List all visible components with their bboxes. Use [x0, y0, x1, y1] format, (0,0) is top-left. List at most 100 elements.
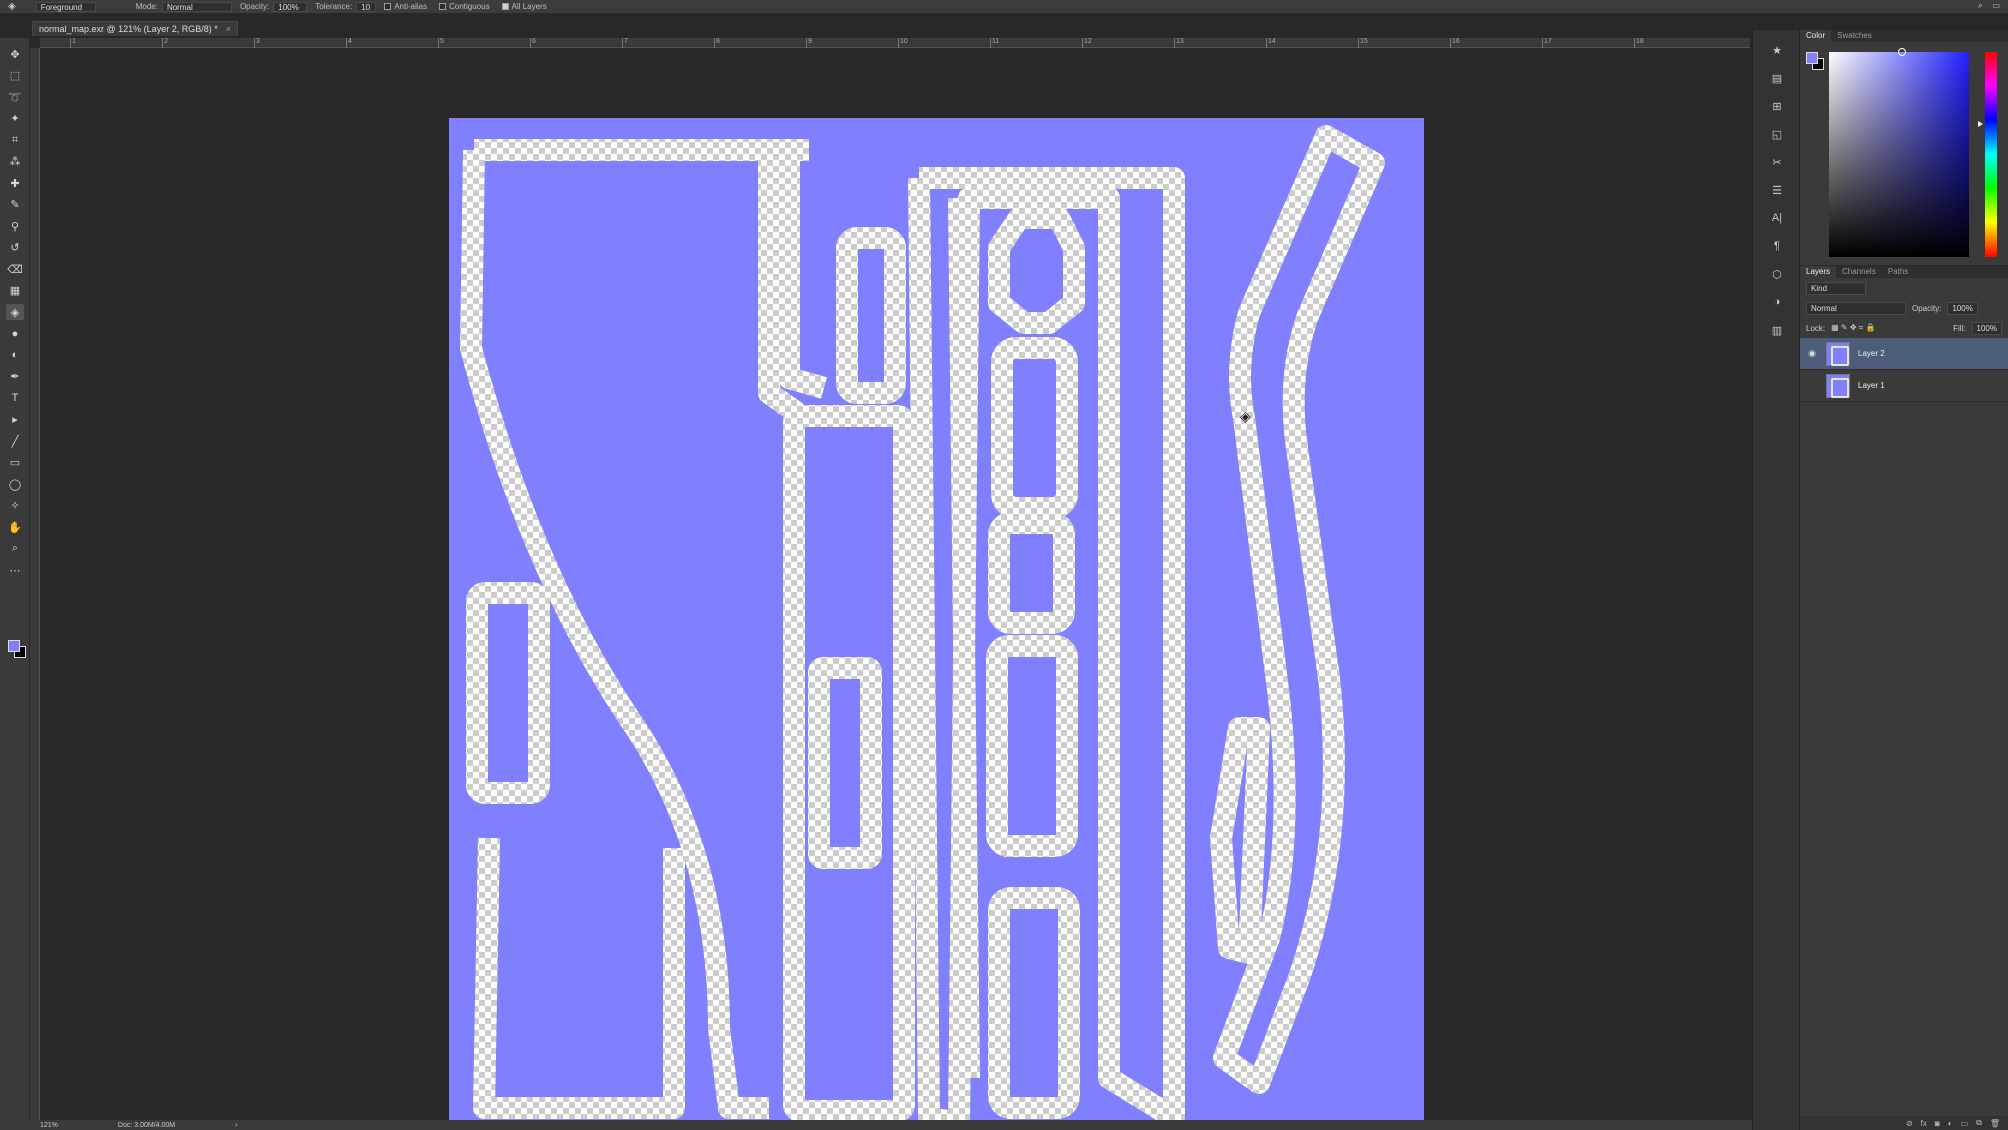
- lock-icons[interactable]: ▦ ✎ ✥ ⌗ 🔒: [1831, 323, 1875, 333]
- hand-tool-icon[interactable]: ✋: [6, 519, 24, 535]
- crop-tool-icon[interactable]: ⌗: [6, 132, 24, 148]
- paint-bucket-tool-icon[interactable]: ◈: [6, 304, 24, 320]
- dock-panel-icon[interactable]: ☰: [1768, 182, 1786, 198]
- tab-paths[interactable]: Paths: [1882, 266, 1914, 278]
- tolerance-field[interactable]: 10: [356, 1, 377, 12]
- contiguous-label: Contiguous: [449, 2, 490, 11]
- ruler-tick: [162, 38, 163, 48]
- workspace-icon[interactable]: ▭: [1992, 1, 2000, 11]
- tab-swatches[interactable]: Swatches: [1831, 30, 1878, 42]
- ruler-tick: [1450, 38, 1451, 48]
- tab-color[interactable]: Color: [1800, 30, 1832, 42]
- move-tool-icon[interactable]: ✥: [6, 46, 24, 62]
- gradient-tool-icon[interactable]: ▦: [6, 283, 24, 299]
- document-tab-title: normal_map.exr @ 121% (Layer 2, RGB/8) *: [39, 23, 218, 34]
- layer-row-layer-1[interactable]: Layer 1: [1800, 370, 2008, 402]
- layers-footer-icon[interactable]: fx: [1921, 1119, 1927, 1128]
- color-field[interactable]: [1829, 52, 1969, 257]
- dock-panel-icon[interactable]: ¶: [1768, 238, 1786, 254]
- layers-footer-icon[interactable]: ⊘: [1906, 1119, 1913, 1128]
- dock-panel-icon[interactable]: ◑: [1768, 294, 1786, 310]
- layer-name[interactable]: Layer 1: [1858, 381, 1885, 390]
- canvas-area[interactable]: ◈: [40, 48, 1750, 1130]
- healing-tool-icon[interactable]: ✚: [6, 175, 24, 191]
- color-picker-ring[interactable]: [1898, 48, 1906, 56]
- options-bar: ◈ Foreground Mode: Normal Opacity: 100% …: [0, 0, 2008, 14]
- close-tab-icon[interactable]: ×: [226, 22, 231, 37]
- eraser-tool-icon[interactable]: ⌫: [6, 261, 24, 277]
- ellipse-tool-icon[interactable]: ◯: [6, 476, 24, 492]
- type-tool-icon[interactable]: T: [6, 390, 24, 406]
- layer-opacity-field[interactable]: 100%: [1947, 301, 1978, 315]
- brush-tool-icon[interactable]: ✎: [6, 197, 24, 213]
- layer-name[interactable]: Layer 2: [1858, 349, 1885, 358]
- dock-panel-icon[interactable]: ◱: [1768, 126, 1786, 142]
- ruler-tick: [346, 38, 347, 48]
- layers-footer-icon[interactable]: ◐: [1948, 1119, 1953, 1128]
- dock-panel-icon[interactable]: ★: [1768, 42, 1786, 58]
- dock-panel-icon[interactable]: ✂: [1768, 154, 1786, 170]
- status-arrow-icon[interactable]: ›: [235, 1122, 237, 1129]
- more-tools-icon[interactable]: ⋯: [6, 562, 24, 578]
- dodge-tool-icon[interactable]: ◐: [6, 347, 24, 363]
- line-tool-icon[interactable]: ╱: [6, 433, 24, 449]
- lasso-tool-icon[interactable]: ➰: [6, 89, 24, 105]
- blend-mode-select[interactable]: Normal: [1806, 301, 1906, 315]
- tool-preset-picker[interactable]: ◈: [8, 1, 16, 12]
- magic-wand-tool-icon[interactable]: ✦: [6, 111, 24, 127]
- visibility-eye-icon[interactable]: ◉: [1806, 348, 1818, 359]
- hue-marker[interactable]: [1978, 121, 1983, 127]
- layer-row-layer-2[interactable]: ◉ Layer 2: [1800, 338, 2008, 370]
- layers-footer-icon[interactable]: ◙: [1935, 1119, 1940, 1128]
- ruler-tick: [254, 38, 255, 48]
- ruler-tick: [990, 38, 991, 48]
- uv-island-cell-2: [988, 512, 1075, 634]
- ruler-label: 16: [1452, 38, 1460, 45]
- dock-panel-icon[interactable]: ▥: [1768, 322, 1786, 338]
- document-canvas[interactable]: [449, 118, 1424, 1130]
- layers-footer-icon[interactable]: 🗑: [1990, 1119, 2000, 1128]
- custom-shape-tool-icon[interactable]: ✧: [6, 498, 24, 514]
- ruler-tick: [1634, 38, 1635, 48]
- marquee-tool-icon[interactable]: ⬚: [6, 68, 24, 84]
- history-brush-tool-icon[interactable]: ↺: [6, 240, 24, 256]
- tab-layers[interactable]: Layers: [1800, 266, 1837, 278]
- layer-thumbnail: [1826, 341, 1850, 366]
- ruler-tick: [530, 38, 531, 48]
- anti-alias-checkbox[interactable]: [384, 3, 392, 10]
- blur-tool-icon[interactable]: ●: [6, 326, 24, 342]
- pen-tool-icon[interactable]: ✒: [6, 369, 24, 385]
- fill-field[interactable]: 100%: [1971, 321, 2002, 335]
- color-panel-foreground[interactable]: [1806, 52, 1818, 64]
- dock-panel-icon[interactable]: ▤: [1768, 70, 1786, 86]
- layers-footer: ⊘ fx ◙ ◐ ▭ ⧉ 🗑: [1800, 1116, 2008, 1130]
- hue-slider[interactable]: [1985, 52, 1997, 257]
- path-selection-tool-icon[interactable]: ▸: [6, 412, 24, 428]
- fill-source-select[interactable]: Foreground: [35, 1, 96, 12]
- dock-panel-icon[interactable]: ⬡: [1768, 266, 1786, 282]
- document-tab[interactable]: normal_map.exr @ 121% (Layer 2, RGB/8) *…: [32, 21, 238, 36]
- layers-footer-icon[interactable]: ⧉: [1976, 1118, 1982, 1128]
- zoom-level[interactable]: 121%: [40, 1122, 58, 1129]
- search-icon[interactable]: ⌕: [1978, 1, 1982, 11]
- zoom-tool-icon[interactable]: ⌕: [6, 541, 24, 557]
- lock-label: Lock:: [1806, 323, 1826, 333]
- stamp-tool-icon[interactable]: ⚲: [6, 218, 24, 234]
- layer-filter-select[interactable]: Kind: [1806, 281, 1866, 295]
- uv-island-bottom-left: [473, 837, 685, 1119]
- all-layers-checkbox[interactable]: [501, 3, 509, 10]
- eyedropper-tool-icon[interactable]: ⁂: [6, 154, 24, 170]
- tab-channels[interactable]: Channels: [1836, 266, 1882, 278]
- uv-island-small-slant: [1210, 717, 1270, 964]
- layers-footer-icon[interactable]: ▭: [1961, 1119, 1969, 1128]
- dock-panel-icon[interactable]: ⊞: [1768, 98, 1786, 114]
- ruler-label: 11: [992, 38, 1000, 45]
- foreground-color-swatch[interactable]: [8, 640, 20, 652]
- dock-panel-icon[interactable]: A|: [1768, 210, 1786, 226]
- ruler-tick: [1266, 38, 1267, 48]
- rectangle-tool-icon[interactable]: ▭: [6, 455, 24, 471]
- anti-alias-label: Anti-alias: [394, 2, 428, 11]
- opacity-field[interactable]: 100%: [273, 1, 308, 12]
- mode-select[interactable]: Normal: [161, 1, 232, 12]
- contiguous-checkbox[interactable]: [439, 3, 447, 10]
